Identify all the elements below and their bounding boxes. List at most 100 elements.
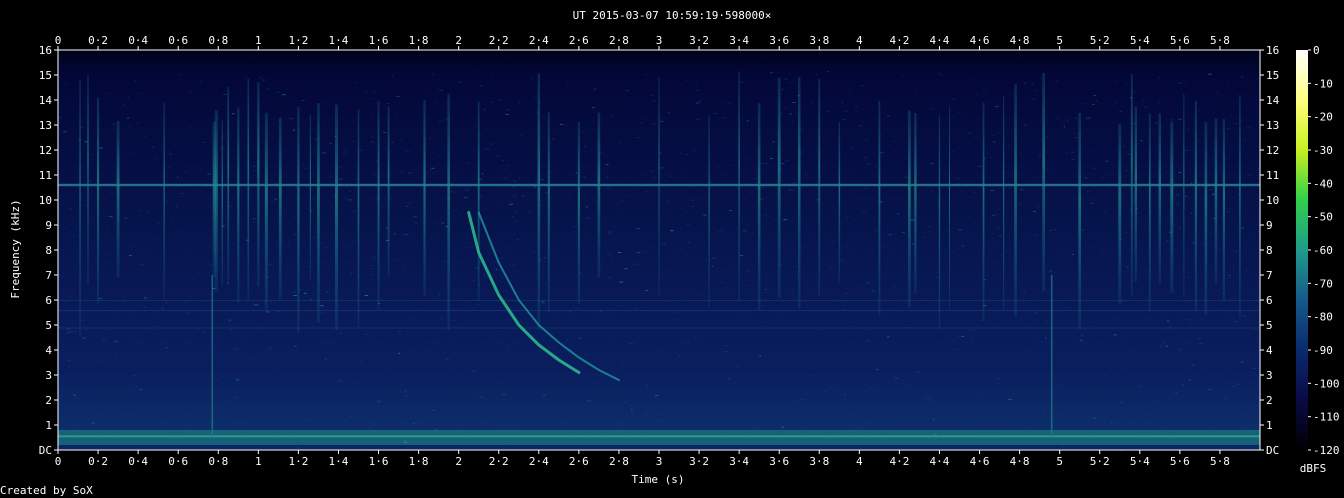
noise-speck xyxy=(1113,224,1115,225)
noise-speck xyxy=(150,332,153,334)
sferic-line xyxy=(1222,119,1225,302)
noise-speck xyxy=(1132,418,1135,420)
noise-speck xyxy=(420,374,424,376)
noise-speck xyxy=(686,297,688,298)
noise-speck xyxy=(553,252,556,254)
noise-speck xyxy=(1201,242,1205,244)
noise-speck xyxy=(932,144,934,146)
noise-speck xyxy=(1039,390,1042,392)
noise-speck xyxy=(485,416,488,417)
noise-speck xyxy=(130,339,132,341)
noise-speck xyxy=(1091,149,1093,151)
noise-speck xyxy=(682,191,684,193)
noise-speck xyxy=(813,154,816,156)
noise-speck xyxy=(1173,209,1175,211)
noise-speck xyxy=(770,72,773,74)
noise-speck xyxy=(832,334,835,335)
noise-speck xyxy=(712,403,716,405)
noise-speck xyxy=(512,186,516,188)
noise-speck xyxy=(543,394,546,396)
noise-speck xyxy=(210,270,213,272)
sferic-line xyxy=(949,105,950,310)
noise-speck xyxy=(729,210,732,211)
y-tick-label-left: DC xyxy=(39,444,52,457)
noise-speck xyxy=(433,297,436,299)
noise-speck xyxy=(293,295,297,296)
noise-speck xyxy=(904,177,909,178)
noise-speck xyxy=(133,375,136,376)
noise-speck xyxy=(685,342,690,344)
noise-speck xyxy=(791,288,795,290)
noise-speck xyxy=(237,407,240,409)
noise-speck xyxy=(432,409,435,411)
noise-speck xyxy=(531,335,534,337)
noise-speck xyxy=(781,426,784,428)
noise-speck xyxy=(1004,206,1007,208)
noise-speck xyxy=(103,306,107,308)
noise-speck xyxy=(1122,203,1125,205)
noise-speck xyxy=(522,338,525,340)
noise-speck xyxy=(207,356,210,358)
noise-speck xyxy=(1006,282,1010,284)
noise-speck xyxy=(581,192,585,194)
noise-speck xyxy=(833,205,835,207)
sferic-line xyxy=(597,112,601,278)
noise-speck xyxy=(259,77,262,79)
y-tick-label-left: 9 xyxy=(45,219,52,232)
noise-speck xyxy=(586,217,591,219)
noise-speck xyxy=(612,336,616,338)
noise-speck xyxy=(1110,123,1112,125)
noise-speck xyxy=(1192,242,1195,244)
noise-speck xyxy=(796,411,800,413)
noise-speck xyxy=(126,415,130,417)
noise-speck xyxy=(1224,397,1226,399)
noise-speck xyxy=(1071,410,1074,411)
noise-speck xyxy=(58,326,63,328)
noise-speck xyxy=(1091,104,1095,105)
noise-speck xyxy=(666,210,669,212)
noise-speck xyxy=(926,414,928,416)
noise-speck xyxy=(864,399,868,401)
noise-speck xyxy=(391,141,394,143)
y-tick-label-left: 1 xyxy=(45,419,52,432)
sferic-line xyxy=(777,77,781,298)
noise-speck xyxy=(584,146,587,148)
noise-speck xyxy=(1052,445,1056,447)
noise-speck xyxy=(122,301,125,302)
colorbar-tick-label: -30 xyxy=(1313,144,1333,157)
noise-speck xyxy=(1054,229,1056,231)
noise-speck xyxy=(598,374,602,376)
noise-speck xyxy=(860,427,863,429)
noise-speck xyxy=(233,311,237,313)
noise-speck xyxy=(317,418,319,420)
noise-speck xyxy=(1211,159,1214,161)
noise-speck xyxy=(781,163,785,165)
noise-speck xyxy=(528,390,530,392)
noise-speck xyxy=(169,153,172,155)
noise-speck xyxy=(1107,215,1110,217)
noise-speck xyxy=(645,74,650,76)
noise-speck xyxy=(996,223,999,225)
noise-speck xyxy=(639,413,644,414)
noise-speck xyxy=(1208,424,1212,426)
noise-speck xyxy=(1212,268,1214,270)
sferic-line xyxy=(1170,121,1174,293)
noise-speck xyxy=(713,112,718,114)
noise-speck xyxy=(761,369,763,371)
x-tick-label-bottom: 4 xyxy=(856,455,863,468)
noise-speck xyxy=(190,297,192,298)
noise-speck xyxy=(305,419,308,421)
noise-speck xyxy=(1061,284,1065,285)
noise-speck xyxy=(220,336,223,338)
noise-speck xyxy=(1147,395,1150,397)
noise-speck xyxy=(157,239,161,241)
noise-speck xyxy=(693,337,698,338)
noise-speck xyxy=(1183,324,1185,326)
noise-speck xyxy=(258,376,261,378)
noise-speck xyxy=(864,248,867,250)
noise-speck xyxy=(929,399,932,401)
noise-speck xyxy=(1237,334,1240,336)
noise-speck xyxy=(166,200,169,202)
noise-speck xyxy=(718,231,722,232)
creator-credit: Created by SoX xyxy=(0,484,93,497)
